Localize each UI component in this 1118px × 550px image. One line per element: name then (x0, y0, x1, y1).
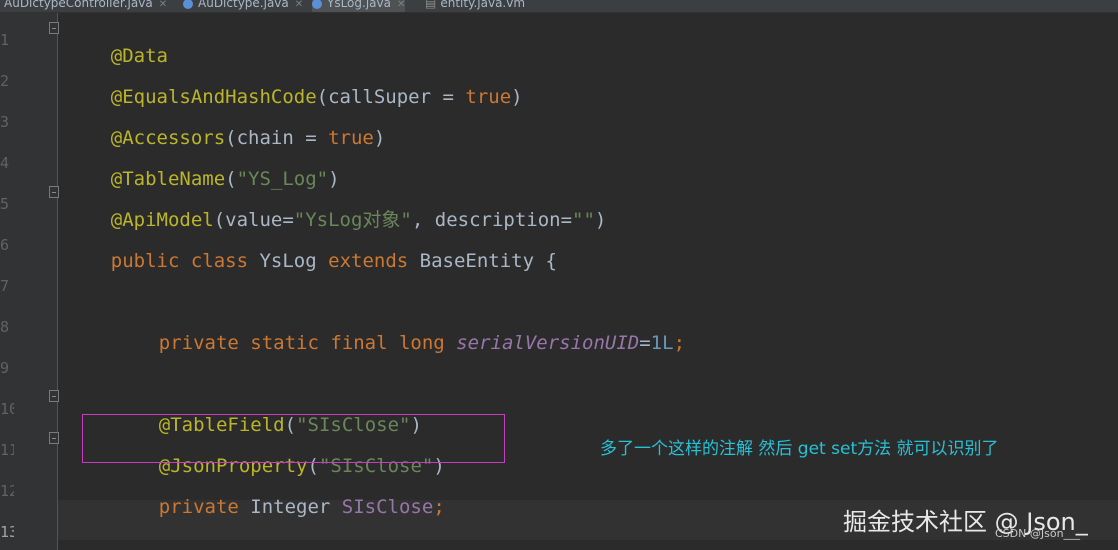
tab-audictype[interactable]: AuDictype.java ✕ (183, 0, 303, 12)
code-line-8: private static final long serialVersionU… (158, 332, 686, 354)
fold-marker-icon[interactable] (49, 390, 59, 402)
file-icon: ▤ (425, 0, 437, 10)
java-class-icon (312, 0, 322, 9)
code-line-12: private Integer SIsClose; (158, 496, 445, 518)
line-number: 10 (0, 400, 14, 418)
tab-audictype-controller[interactable]: AuDictypeController.java ✕ (4, 0, 167, 12)
tab-yslog[interactable]: YsLog.java ✕ (312, 0, 406, 12)
line-number: 3 (0, 113, 10, 131)
tab-entity-vm[interactable]: ▤ entity.java.vm (425, 0, 525, 12)
line-number: 8 (0, 318, 10, 336)
fold-marker-icon[interactable] (49, 432, 59, 444)
annotation-note: 多了一个这样的注解 然后 get set方法 就可以识别了 (600, 439, 999, 459)
code-line-5: @ApiModel(value="YsLog对象", description="… (110, 209, 607, 231)
close-icon[interactable]: ✕ (159, 0, 167, 10)
close-icon[interactable]: ✕ (295, 0, 303, 10)
line-number: 12 (0, 482, 14, 500)
code-line-1: @Data (110, 45, 168, 67)
code-line-6: public class YsLog extends BaseEntity { (110, 250, 557, 272)
line-number: 5 (0, 195, 10, 213)
fold-marker-icon[interactable] (49, 186, 59, 198)
annotation-highlight-box (82, 414, 505, 463)
editor-tab-bar: AuDictypeController.java ✕ AuDictype.java… (0, 0, 1118, 13)
code-line-3: @Accessors(chain = true) (110, 127, 386, 149)
java-class-icon (183, 0, 193, 9)
line-number: 9 (0, 359, 10, 377)
code-line-10: @TableField("SIsClose") (158, 414, 422, 436)
line-number: 6 (0, 236, 10, 254)
line-number: 2 (0, 72, 10, 90)
code-line-4: @TableName("YS_Log") (110, 168, 340, 190)
line-number: 7 (0, 277, 10, 295)
fold-marker-icon[interactable] (49, 22, 59, 34)
line-number: 11 (0, 441, 14, 459)
line-number: 4 (0, 154, 10, 172)
line-number-gutter: 1 2 3 4 5 6 7 8 9 10 11 12 13 (0, 13, 58, 550)
line-number: 1 (0, 31, 10, 49)
watermark-small: CSDN @Json___ (995, 527, 1081, 540)
line-number-current: 13 (0, 523, 14, 541)
code-line-2: @EqualsAndHashCode(callSuper = true) (110, 86, 523, 108)
close-icon[interactable]: ✕ (397, 0, 405, 10)
